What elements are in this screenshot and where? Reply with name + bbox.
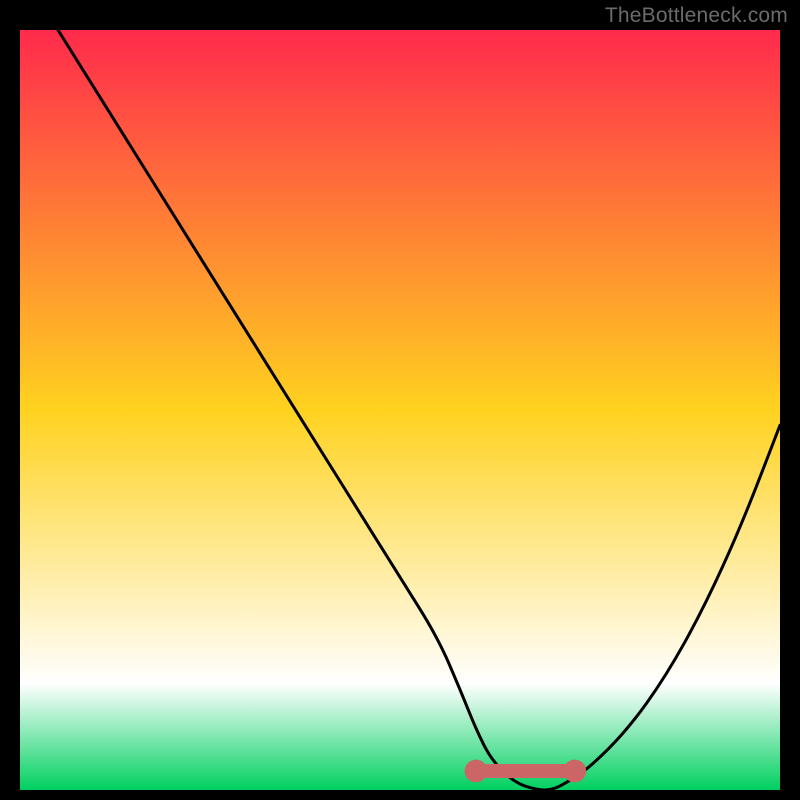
range-end-marker [563,760,586,783]
range-end-marker [465,760,488,783]
chart-stage: TheBottleneck.com [0,0,800,800]
plot-area [20,30,780,790]
bottleneck-chart [0,0,800,800]
attribution-label: TheBottleneck.com [605,4,788,28]
